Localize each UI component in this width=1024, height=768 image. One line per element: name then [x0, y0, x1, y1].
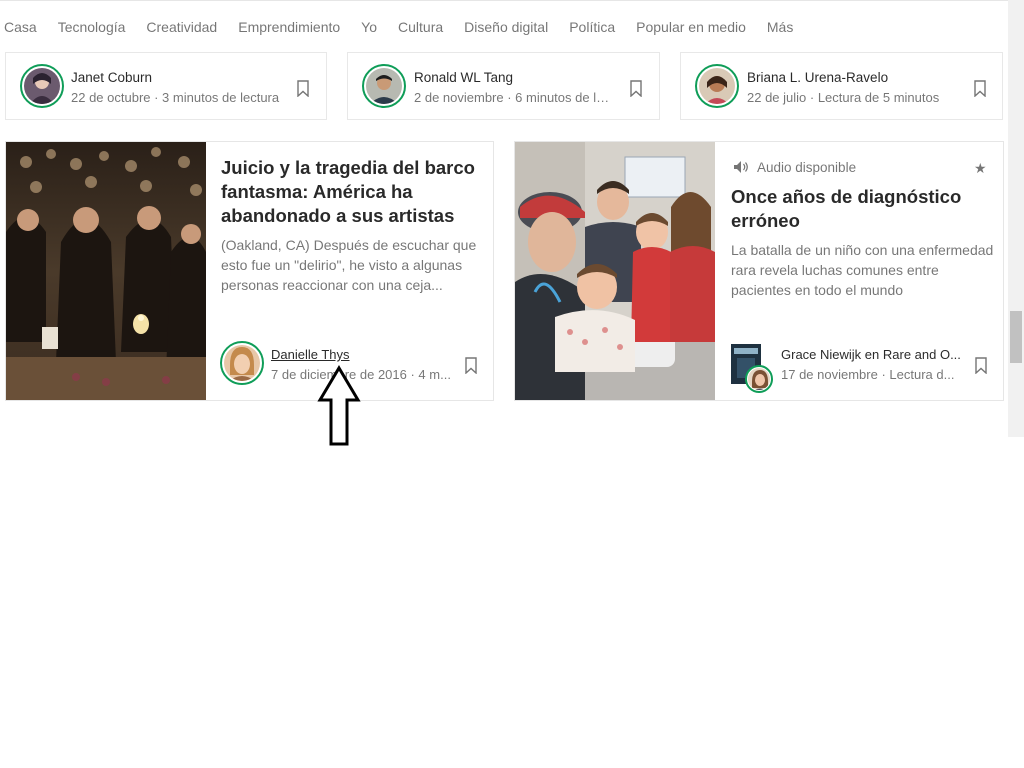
article-snippet[interactable]: (Oakland, CA) Después de escuchar que es… — [221, 235, 481, 295]
scrollbar-thumb[interactable] — [1010, 311, 1022, 363]
scrollbar-track[interactable] — [1008, 0, 1024, 437]
article-card-small[interactable]: Briana L. Urena-Ravelo 22 de julio · Lec… — [680, 52, 1003, 120]
nav-item-mas[interactable]: Más — [767, 19, 793, 35]
page-viewport: Casa Tecnología Creatividad Emprendimien… — [0, 0, 1008, 437]
avatar-image — [224, 345, 260, 381]
avatar[interactable] — [220, 341, 264, 385]
article-card-small[interactable]: Janet Coburn 22 de octubre · 3 minutos d… — [5, 52, 327, 120]
avatar[interactable] — [20, 64, 64, 108]
post-meta: 22 de octubre · 3 minutos de lectura — [71, 90, 280, 105]
author-name-link[interactable]: Danielle Thys — [271, 347, 350, 362]
author-name[interactable]: Briana L. Urena-Ravelo — [747, 70, 888, 85]
audio-available-label: Audio disponible — [757, 160, 857, 175]
nav-item-creatividad[interactable]: Creatividad — [146, 19, 217, 35]
bookmark-icon[interactable] — [974, 80, 986, 97]
nav-item-cultura[interactable]: Cultura — [398, 19, 443, 35]
bookmark-icon[interactable] — [297, 80, 309, 97]
avatar[interactable] — [695, 64, 739, 108]
avatar-image — [699, 68, 735, 104]
topic-nav: Casa Tecnología Creatividad Emprendimien… — [0, 17, 1008, 37]
article-card-small[interactable]: Ronald WL Tang 2 de noviembre · 6 minuto… — [347, 52, 660, 120]
post-meta: 7 de diciembre de 2016 · 4 m... — [271, 367, 451, 382]
author-name[interactable]: Ronald WL Tang — [414, 70, 513, 85]
avatar-image — [366, 68, 402, 104]
post-meta: 2 de noviembre · 6 minutos de lectura — [414, 90, 614, 105]
top-divider — [0, 0, 1008, 1]
bookmark-icon[interactable] — [975, 357, 987, 374]
author-name[interactable]: Janet Coburn — [71, 70, 152, 85]
nav-item-casa[interactable]: Casa — [4, 19, 37, 35]
avatar-image — [24, 68, 60, 104]
star-icon: ★ — [974, 160, 987, 176]
avatar[interactable] — [362, 64, 406, 108]
post-meta: 17 de noviembre · Lectura d... — [781, 367, 955, 382]
bookmark-icon[interactable] — [465, 357, 477, 374]
nav-item-politica[interactable]: Política — [569, 19, 615, 35]
nav-item-emprendimiento[interactable]: Emprendimiento — [238, 19, 340, 35]
article-image[interactable] — [515, 142, 715, 400]
article-card-large[interactable]: Juicio y la tragedia del barco fantasma:… — [5, 141, 494, 401]
article-title[interactable]: Once años de diagnóstico erróneo — [731, 185, 981, 233]
author-name[interactable]: Grace Niewijk en Rare and O... — [781, 347, 966, 362]
article-snippet[interactable]: La batalla de un niño con una enfermedad… — [731, 240, 996, 300]
article-card-large[interactable]: Audio disponible ★ Once años de diagnóst… — [514, 141, 1004, 401]
avatar[interactable] — [745, 365, 773, 393]
up-arrow-annotation — [317, 365, 361, 446]
bookmark-icon[interactable] — [630, 80, 642, 97]
article-image[interactable] — [6, 142, 206, 400]
nav-item-popular[interactable]: Popular en medio — [636, 19, 746, 35]
nav-item-yo[interactable]: Yo — [361, 19, 377, 35]
nav-item-tecnologia[interactable]: Tecnología — [58, 19, 126, 35]
speaker-icon — [734, 161, 748, 173]
avatar-image — [748, 368, 770, 390]
nav-item-diseno-digital[interactable]: Diseño digital — [464, 19, 548, 35]
article-title[interactable]: Juicio y la tragedia del barco fantasma:… — [221, 156, 476, 228]
post-meta: 22 de julio · Lectura de 5 minutos — [747, 90, 940, 105]
